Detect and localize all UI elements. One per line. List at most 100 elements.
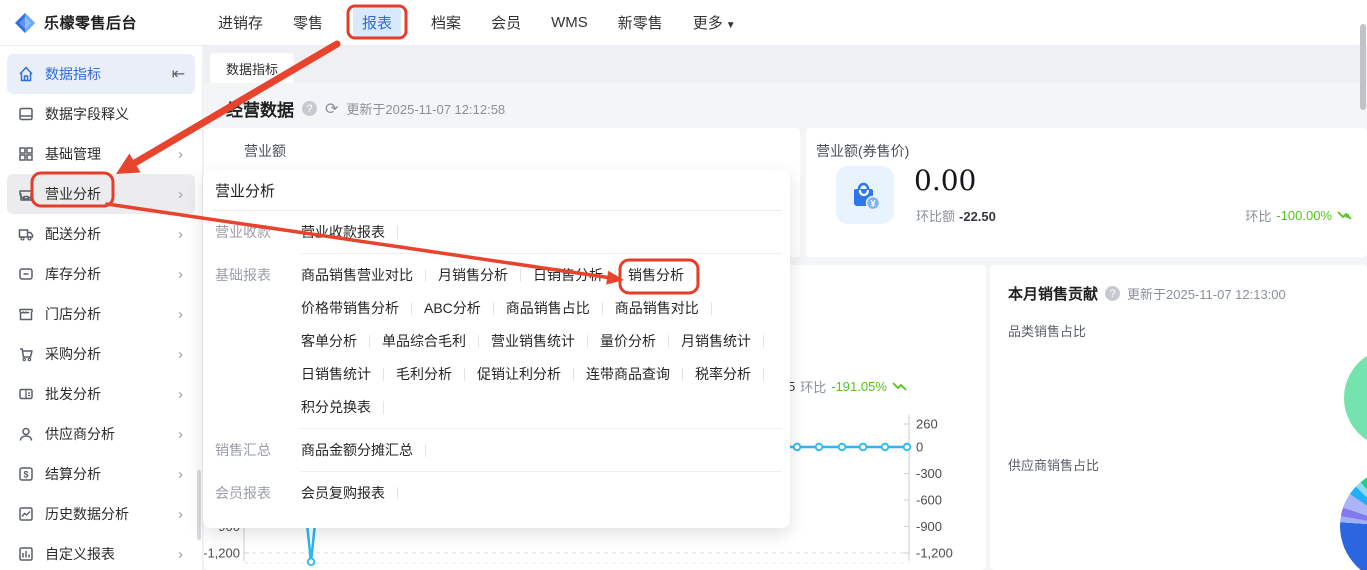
dropdown-link-毛利分析[interactable]: 毛利分析 [396,364,452,384]
nav-item-档案[interactable]: 档案 [431,12,461,33]
sidebar-item-供应商分析[interactable]: 供应商分析 › [7,414,195,454]
sidebar-item-批发分析[interactable]: 批发分析 › [7,374,195,414]
shopping-bag-yuan-icon: ¥ [836,166,894,224]
supplier-pie-label: 供应商销售占比 [1008,458,1100,473]
truck-icon [17,225,35,243]
dropdown-link-销售分析[interactable]: 销售分析 [628,265,684,285]
sidebar: 数据指标 ⇤ 数据字段释义 基础管理 › 营业分析 › 配送分析 › 库存分析 › 门店分析 › 采购分析… [0,46,203,570]
sidebar-item-label: 库存分析 [45,266,101,282]
dropdown-section-label: 基础报表 [215,267,271,283]
top-header: 乐檬零售后台 进销存 零售 报表 档案 会员 WMS 新零售 更多 ▼ [0,0,1367,46]
divider [464,367,465,381]
sidebar-item-label: 数据指标 [45,66,101,82]
sidebar-item-库存分析[interactable]: 库存分析 › [7,254,195,294]
bar-chart-icon [17,545,35,563]
sidebar-item-label: 批发分析 [45,386,101,402]
divider [696,268,697,282]
refresh-icon[interactable]: ⟳ [325,99,338,119]
sidebar-item-基础管理[interactable]: 基础管理 › [7,134,195,174]
cart-icon [17,345,35,363]
sidebar-item-label: 营业分析 [45,186,101,202]
dropdown-link-商品销售营业对比[interactable]: 商品销售营业对比 [301,265,413,285]
divider [411,301,412,315]
app-window: 乐檬零售后台 进销存 零售 报表 档案 会员 WMS 新零售 更多 ▼ 数据指标 ⇤ 数据字段释义基… [0,0,1367,570]
svg-text:-300: -300 [916,466,942,481]
sidebar-scrollbar[interactable] [197,470,201,540]
dropdown-link-促销让利分析[interactable]: 促销让利分析 [477,364,561,384]
nav-item-WMS[interactable]: WMS [551,14,588,31]
sidebar-item-营业分析[interactable]: 营业分析 › [7,174,195,214]
svg-text:-900: -900 [916,519,942,534]
divider [383,367,384,381]
chevron-right-icon: › [178,345,183,363]
dropdown-link-商品销售对比[interactable]: 商品销售对比 [615,298,699,318]
divider [492,301,494,315]
divider [682,367,683,381]
revenue-stat-title: 营业额 [244,143,286,159]
caret-down-icon: ▼ [725,20,736,31]
dropdown-link-商品金额分摊汇总[interactable]: 商品金额分摊汇总 [301,440,413,460]
sidebar-item-数据字段释义[interactable]: 数据字段释义 [7,94,195,134]
shop-icon [17,185,35,203]
card-icon [17,385,35,403]
nav-item-新零售[interactable]: 新零售 [618,12,663,33]
divider [478,334,479,348]
brand-name: 乐檬零售后台 [44,15,138,32]
dropdown-link-日销售分析[interactable]: 日销售分析 [533,265,603,285]
dropdown-link-价格带销售分析[interactable]: 价格带销售分析 [301,298,399,318]
sidebar-item-门店分析[interactable]: 门店分析 › [7,294,195,334]
nav-item-报表[interactable]: 报表 [353,7,402,38]
sidebar-item-数据指标[interactable]: 数据指标 ⇤ [7,54,195,94]
divider [425,268,426,282]
page-scrollbar[interactable] [1360,24,1366,110]
dropdown-link-营业收款报表[interactable]: 营业收款报表 [301,222,385,242]
dropdown-link-税率分析[interactable]: 税率分析 [695,364,751,384]
help-icon[interactable]: ? [1105,286,1121,301]
divider [369,334,370,348]
sidebar-item-配送分析[interactable]: 配送分析 › [7,214,195,254]
contribution-header: 本月销售贡献 ? 更新于2025-11-07 12:13:00 [1008,283,1286,304]
chevron-right-icon: › [178,505,183,523]
chevron-right-icon: › [178,225,183,243]
help-icon[interactable]: ? [302,101,317,116]
mom-percent-value: -100.00% [1276,208,1332,223]
nav-item-进销存[interactable]: 进销存 [218,12,263,33]
dropdown-link-row: 积分兑换表 [301,397,776,417]
sidebar-item-采购分析[interactable]: 采购分析 › [7,334,195,374]
store-icon [17,305,35,323]
trend-down-icon [892,381,907,391]
dropdown-link-商品销售占比[interactable]: 商品销售占比 [506,298,590,318]
brand[interactable]: 乐檬零售后台 [0,12,204,34]
collapse-sidebar-icon[interactable]: ⇤ [172,64,185,84]
dropdown-link-ABC分析[interactable]: ABC分析 [424,298,481,318]
svg-text:-600: -600 [916,493,942,508]
dropdown-link-客单分析[interactable]: 客单分析 [301,331,357,351]
dropdown-link-会员复购报表[interactable]: 会员复购报表 [301,483,385,503]
nav-item-更多[interactable]: 更多 ▼ [693,12,736,33]
nav-item-会员[interactable]: 会员 [491,12,521,33]
sidebar-item-结算分析[interactable]: $ 结算分析 › [7,454,195,494]
dropdown-link-row: 客单分析 单品综合毛利 营业销售统计 量价分析 月销售统计 [301,331,776,351]
dropdown-link-月销售分析[interactable]: 月销售分析 [438,265,508,285]
dropdown-link-row: 价格带销售分析 ABC分析 商品销售占比 商品销售对比 [301,298,776,318]
contribution-updated: 更新于2025-11-07 12:13:00 [1127,287,1286,302]
top-nav: 进销存 零售 报表 档案 会员 WMS 新零售 更多 ▼ [218,7,736,38]
dropdown-link-营业销售统计[interactable]: 营业销售统计 [491,331,575,351]
divider [383,400,384,414]
dropdown-link-月销售统计[interactable]: 月销售统计 [681,331,751,351]
chevron-right-icon: › [178,465,183,483]
tab-data-metrics[interactable]: 数据指标 [210,53,295,83]
supplier-sales-pie-chart [1340,469,1367,570]
nav-item-零售[interactable]: 零售 [293,12,323,33]
dropdown-link-单品综合毛利[interactable]: 单品综合毛利 [382,331,466,351]
dropdown-link-连带商品查询[interactable]: 连带商品查询 [586,364,670,384]
dropdown-link-row: 会员复购报表 [301,483,410,503]
dropdown-section-基础报表: 基础报表 商品销售营业对比 月销售分析 日销售分析 销售分析价格带销售分析 ABC分析 商品… [203,254,790,428]
category-pie-label: 品类销售占比 [1008,324,1087,339]
sidebar-item-历史数据分析[interactable]: 历史数据分析 › [7,494,195,534]
user-icon [17,425,35,443]
dropdown-link-量价分析[interactable]: 量价分析 [600,331,656,351]
sidebar-item-自定义报表[interactable]: 自定义报表 › [7,534,195,570]
dropdown-link-积分兑换表[interactable]: 积分兑换表 [301,397,371,417]
dropdown-link-日销售统计[interactable]: 日销售统计 [301,364,371,384]
